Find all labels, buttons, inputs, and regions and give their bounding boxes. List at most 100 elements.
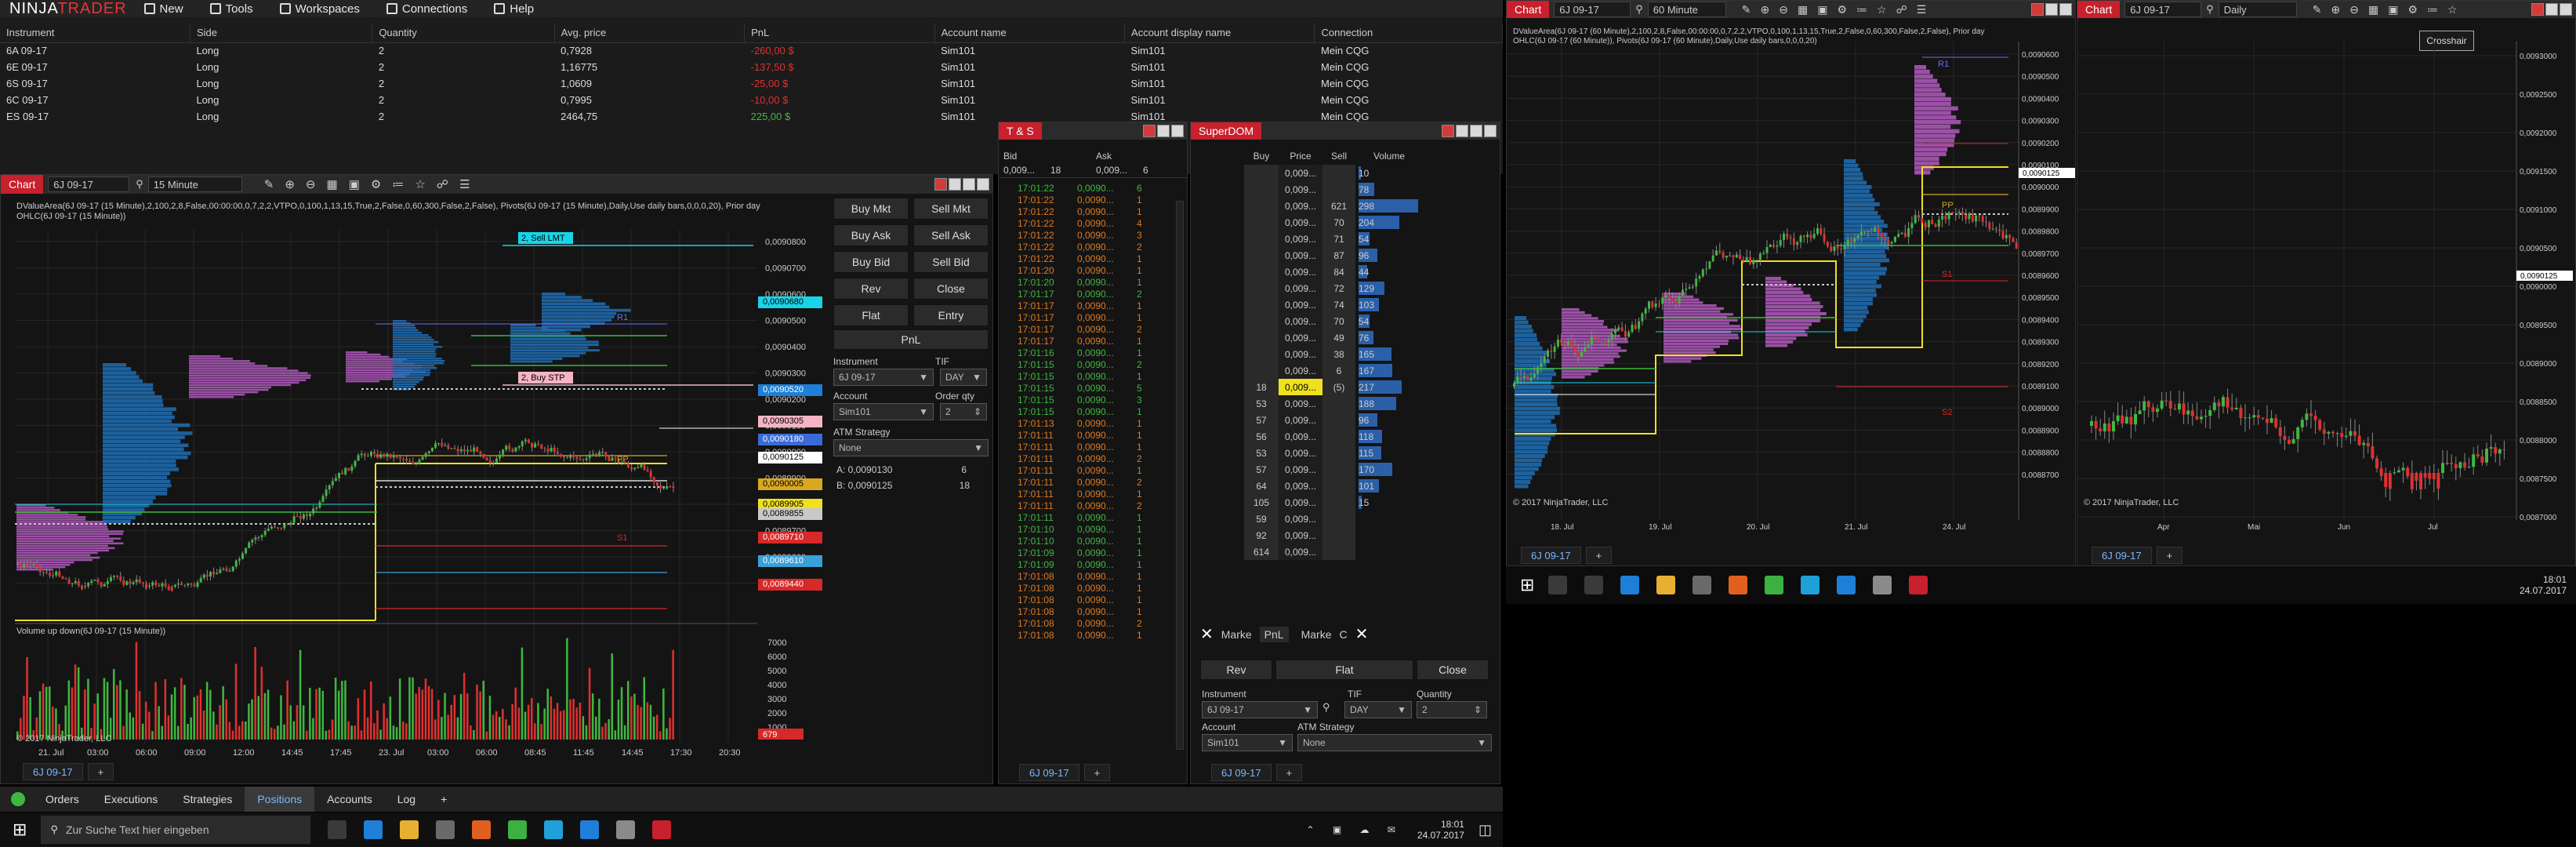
- dom-row[interactable]: 0,009... 70 204: [1244, 214, 1423, 231]
- positions-column-header[interactable]: Instrument: [0, 24, 190, 43]
- strategy-icon[interactable]: ▣: [2388, 3, 2398, 16]
- dom-row[interactable]: 0,009... 71 54: [1244, 231, 1423, 247]
- properties-icon[interactable]: ☆: [415, 177, 425, 191]
- taskbar-app-icon[interactable]: [1909, 576, 1928, 594]
- dom-cancel-left-icon[interactable]: ✕: [1200, 624, 1214, 644]
- dom-sell-cell[interactable]: [1322, 543, 1355, 560]
- chart2-close-icon[interactable]: [2031, 3, 2044, 16]
- dom-add-tab-icon[interactable]: +: [1275, 764, 1303, 781]
- taskbar-app-icon[interactable]: [1548, 576, 1568, 594]
- tab-accounts[interactable]: Accounts: [314, 787, 385, 812]
- chart1-instrument-selector[interactable]: 6J 09-17: [48, 176, 130, 192]
- chart2-maximize-icon[interactable]: [2059, 3, 2072, 16]
- taskbar-app-icon[interactable]: [1584, 576, 1604, 594]
- pencil-icon[interactable]: ✎: [264, 177, 274, 191]
- dom-row[interactable]: 57 0,009... 170: [1244, 461, 1423, 478]
- data-box-icon[interactable]: ▦: [1798, 3, 1808, 16]
- chart2-title[interactable]: Chart: [1507, 1, 1550, 18]
- dom-row[interactable]: 0,009... 78: [1244, 181, 1423, 198]
- buy-mkt-button[interactable]: Buy Mkt: [833, 198, 909, 220]
- windows-start-icon[interactable]: ⊞: [13, 820, 27, 840]
- chart-style-icon[interactable]: ⚙: [2407, 3, 2418, 16]
- positions-column-header[interactable]: Connection: [1314, 24, 1503, 43]
- chart3-minimize-icon[interactable]: [2545, 3, 2558, 16]
- chart1-maximize-icon[interactable]: [963, 178, 975, 191]
- dom-sell-cell[interactable]: [1322, 165, 1355, 181]
- chart1-title[interactable]: Chart: [1, 175, 44, 194]
- dom-market-left[interactable]: Marke: [1221, 628, 1252, 641]
- dom-buy-cell[interactable]: 57: [1244, 461, 1279, 478]
- dom-sell-cell[interactable]: 70: [1322, 313, 1355, 329]
- notifications-icon[interactable]: ◫: [1478, 822, 1492, 838]
- dom-buy-cell[interactable]: [1244, 329, 1279, 346]
- dom-sell-cell[interactable]: 6: [1322, 362, 1355, 379]
- menu-tools[interactable]: Tools: [209, 2, 253, 16]
- dom-sell-cell[interactable]: 621: [1322, 198, 1355, 214]
- dom-row[interactable]: 105 0,009... 15: [1244, 494, 1423, 511]
- dom-sell-cell[interactable]: 74: [1322, 296, 1355, 313]
- dom-row[interactable]: 59 0,009...: [1244, 511, 1423, 527]
- tab-log[interactable]: Log: [385, 787, 428, 812]
- dom-row[interactable]: 0,009... 10: [1244, 165, 1423, 181]
- dom-row[interactable]: 0,009... 49 76: [1244, 329, 1423, 346]
- dom-row[interactable]: 0,009... 6 167: [1244, 362, 1423, 379]
- zoom-out-icon[interactable]: ⊖: [306, 177, 316, 191]
- dom-minimize-icon[interactable]: [1456, 125, 1468, 137]
- dom-row[interactable]: 92 0,009...: [1244, 527, 1423, 543]
- dom-buy-cell[interactable]: 92: [1244, 527, 1279, 543]
- taskbar-app-icon[interactable]: [1837, 576, 1856, 594]
- taskbar-app-icon[interactable]: [328, 820, 347, 839]
- sell-ask-button[interactable]: Sell Ask: [913, 224, 989, 246]
- position-row[interactable]: 6E 09-17 Long 2 1,16775 -137,50 $ Sim101 Sim10…: [0, 59, 1503, 75]
- dom-sell-cell[interactable]: 38: [1322, 346, 1355, 362]
- position-row[interactable]: 6A 09-17 Long 2 0,7928 -260,00 $ Sim101 Sim101…: [0, 42, 1503, 59]
- close-button[interactable]: Close: [913, 278, 989, 300]
- dom-row[interactable]: 64 0,009... 101: [1244, 478, 1423, 494]
- chart2-add-tab-icon[interactable]: +: [1585, 547, 1613, 564]
- buy-bid-button[interactable]: Buy Bid: [833, 251, 909, 273]
- chart2-tab[interactable]: 6J 09-17: [1521, 547, 1581, 564]
- flat-button[interactable]: Flat: [833, 304, 909, 326]
- strategy-icon[interactable]: ▣: [349, 177, 360, 191]
- dom-instrument-field[interactable]: 6J 09-17 ▼: [1202, 701, 1318, 718]
- trader-icon[interactable]: ☍: [437, 177, 448, 191]
- chart2-minimize-icon[interactable]: [2045, 3, 2058, 16]
- dom-row[interactable]: 0,009... 74 103: [1244, 296, 1423, 313]
- data-box-icon[interactable]: ▦: [327, 177, 338, 191]
- tab-orders[interactable]: Orders: [33, 787, 92, 812]
- pencil-icon[interactable]: ✎: [1742, 3, 1751, 16]
- dom-sell-cell[interactable]: [1322, 395, 1355, 412]
- chart3-interval-selector[interactable]: Daily: [2218, 2, 2297, 17]
- position-row[interactable]: 6S 09-17 Long 2 1,0609 -25,00 $ Sim101 Sim101 M…: [0, 75, 1503, 92]
- dom-buy-cell[interactable]: [1244, 198, 1279, 214]
- indicators-icon[interactable]: ≔: [1856, 3, 1867, 16]
- list-icon[interactable]: ☰: [1917, 3, 1927, 16]
- dom-buy-cell[interactable]: [1244, 264, 1279, 280]
- position-row[interactable]: 6C 09-17 Long 2 0,7995 -10,00 $ Sim101 Sim101 M…: [0, 92, 1503, 108]
- dom-sell-cell[interactable]: [1322, 511, 1355, 527]
- taskbar-app-icon[interactable]: [1873, 576, 1892, 594]
- taskbar-app-icon[interactable]: [436, 820, 455, 839]
- indicators-icon[interactable]: ≔: [392, 177, 404, 191]
- chart1-tab[interactable]: 6J 09-17: [23, 763, 83, 780]
- dom-buy-cell[interactable]: [1244, 296, 1279, 313]
- dom-tab[interactable]: 6J 09-17: [1211, 764, 1272, 781]
- dom-cancel-right-icon[interactable]: ✕: [1355, 624, 1369, 644]
- tab-positions[interactable]: Positions: [245, 787, 315, 812]
- chart-style-icon[interactable]: ⚙: [371, 177, 381, 191]
- dom-buy-cell[interactable]: 59: [1244, 511, 1279, 527]
- dom-buy-cell[interactable]: [1244, 165, 1279, 181]
- dom-row[interactable]: 53 0,009... 188: [1244, 395, 1423, 412]
- taskbar-app-icon[interactable]: [400, 820, 419, 839]
- dom-search-icon[interactable]: ⚲: [1322, 701, 1340, 718]
- chart1-minimize-icon[interactable]: [949, 178, 961, 191]
- taskbar-app-icon[interactable]: [580, 820, 600, 839]
- dom-buy-cell[interactable]: 105: [1244, 494, 1279, 511]
- dom-row[interactable]: 53 0,009... 115: [1244, 445, 1423, 461]
- dom-tif-field[interactable]: DAY ▼: [1344, 701, 1412, 718]
- rev-button[interactable]: Rev: [833, 278, 909, 300]
- positions-column-header[interactable]: Account display name: [1124, 24, 1315, 43]
- dom-row[interactable]: 56 0,009... 118: [1244, 428, 1423, 445]
- chart-style-icon[interactable]: ⚙: [1837, 3, 1847, 16]
- taskbar-app-icon[interactable]: [652, 820, 672, 839]
